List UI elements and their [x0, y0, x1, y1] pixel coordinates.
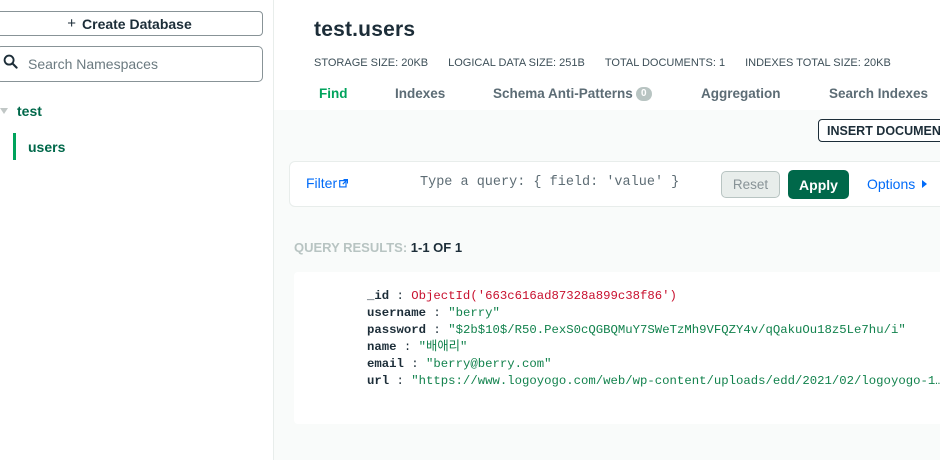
field-value: "berry@berry.com"	[426, 357, 552, 371]
caret-down-icon[interactable]	[0, 108, 8, 114]
collection-header: test.users STORAGE SIZE: 20KB LOGICAL DA…	[274, 0, 940, 110]
document-field: password : "$2b$10$/R50.PexS0cQGBQMuY7SW…	[367, 322, 940, 339]
search-namespaces-box[interactable]	[0, 46, 263, 82]
main-panel: test.users STORAGE SIZE: 20KB LOGICAL DA…	[274, 0, 940, 460]
document-field: url : "https://www.logoyogo.com/web/wp-c…	[367, 373, 940, 390]
document-card[interactable]: _id : ObjectId('663c616ad87328a899c38f86…	[294, 272, 940, 424]
page-title: test.users	[314, 18, 416, 41]
reset-button[interactable]: Reset	[721, 171, 780, 198]
collection-stats: STORAGE SIZE: 20KB LOGICAL DATA SIZE: 25…	[314, 57, 911, 69]
query-bar: Filter Reset Apply Options	[289, 161, 940, 207]
stat-total-documents: TOTAL DOCUMENTS: 1	[604, 57, 726, 69]
field-separator: :	[389, 374, 412, 388]
sidebar-item-collection[interactable]: users	[13, 133, 65, 160]
tab-search-indexes[interactable]: Search Indexes	[829, 86, 928, 101]
field-separator: :	[389, 289, 412, 303]
field-separator: :	[396, 340, 419, 354]
caret-right-icon	[922, 180, 928, 188]
field-key: email	[367, 357, 404, 371]
options-button[interactable]: Options	[867, 176, 928, 192]
filter-label: Filter	[306, 175, 338, 191]
field-key: password	[367, 323, 427, 337]
field-value: "berry"	[448, 306, 500, 320]
field-value: "$2b$10$/R50.PexS0cQGBQMuY7SWeTzMh9VFQZY…	[448, 323, 906, 337]
tab-aggregation[interactable]: Aggregation	[701, 86, 781, 101]
field-key: _id	[367, 289, 390, 303]
field-separator: :	[426, 323, 449, 337]
tab-schema-anti-patterns-label: Schema Anti-Patterns	[493, 86, 633, 101]
tab-indexes[interactable]: Indexes	[395, 86, 445, 101]
external-link-icon	[337, 175, 349, 191]
create-database-label: Create Database	[82, 15, 192, 32]
query-results-count: 1-1 OF 1	[410, 240, 463, 255]
database-label: test	[17, 103, 42, 119]
document-fields: _id : ObjectId('663c616ad87328a899c38f86…	[367, 288, 940, 390]
search-icon	[3, 54, 18, 74]
sidebar: + Create Database test users	[0, 0, 274, 460]
field-value: "https://www.logoyogo.com/web/wp-content…	[411, 374, 940, 388]
query-results-prefix: QUERY RESULTS:	[294, 240, 411, 255]
count-badge: 0	[635, 86, 652, 101]
document-field: name : "배애리"	[367, 339, 940, 356]
stat-logical-data-size: LOGICAL DATA SIZE: 251B	[448, 57, 585, 69]
tab-schema-anti-patterns[interactable]: Schema Anti-Patterns 0	[493, 86, 652, 101]
field-key: name	[367, 340, 397, 354]
field-separator: :	[426, 306, 449, 320]
query-input[interactable]	[420, 175, 710, 190]
search-namespaces-input[interactable]	[28, 56, 248, 72]
field-value: ObjectId('663c616ad87328a899c38f86')	[411, 289, 677, 303]
document-field: email : "berry@berry.com"	[367, 356, 940, 373]
documents-view: INSERT DOCUMENT Filter Reset Apply Optio…	[274, 110, 940, 460]
apply-button[interactable]: Apply	[788, 170, 849, 199]
plus-icon: +	[67, 15, 77, 32]
sidebar-item-database[interactable]: test	[0, 100, 42, 122]
collection-label: users	[28, 138, 66, 155]
document-field: _id : ObjectId('663c616ad87328a899c38f86…	[367, 288, 940, 305]
filter-link[interactable]: Filter	[306, 175, 349, 191]
tab-find[interactable]: Find	[319, 86, 348, 101]
query-results-label: QUERY RESULTS: 1-1 OF 1	[294, 240, 462, 255]
field-key: url	[367, 374, 390, 388]
collection-tabs: Find Indexes Schema Anti-Patterns 0 Aggr…	[274, 86, 940, 110]
create-database-button[interactable]: + Create Database	[0, 11, 263, 36]
options-label: Options	[867, 176, 916, 192]
stat-storage-size: STORAGE SIZE: 20KB	[314, 57, 429, 69]
insert-document-button[interactable]: INSERT DOCUMENT	[818, 119, 940, 142]
field-key: username	[367, 306, 427, 320]
document-field: username : "berry"	[367, 305, 940, 322]
stat-indexes-total-size: INDEXES TOTAL SIZE: 20KB	[745, 57, 891, 69]
field-separator: :	[403, 357, 427, 371]
field-value: "배애리"	[418, 340, 468, 354]
